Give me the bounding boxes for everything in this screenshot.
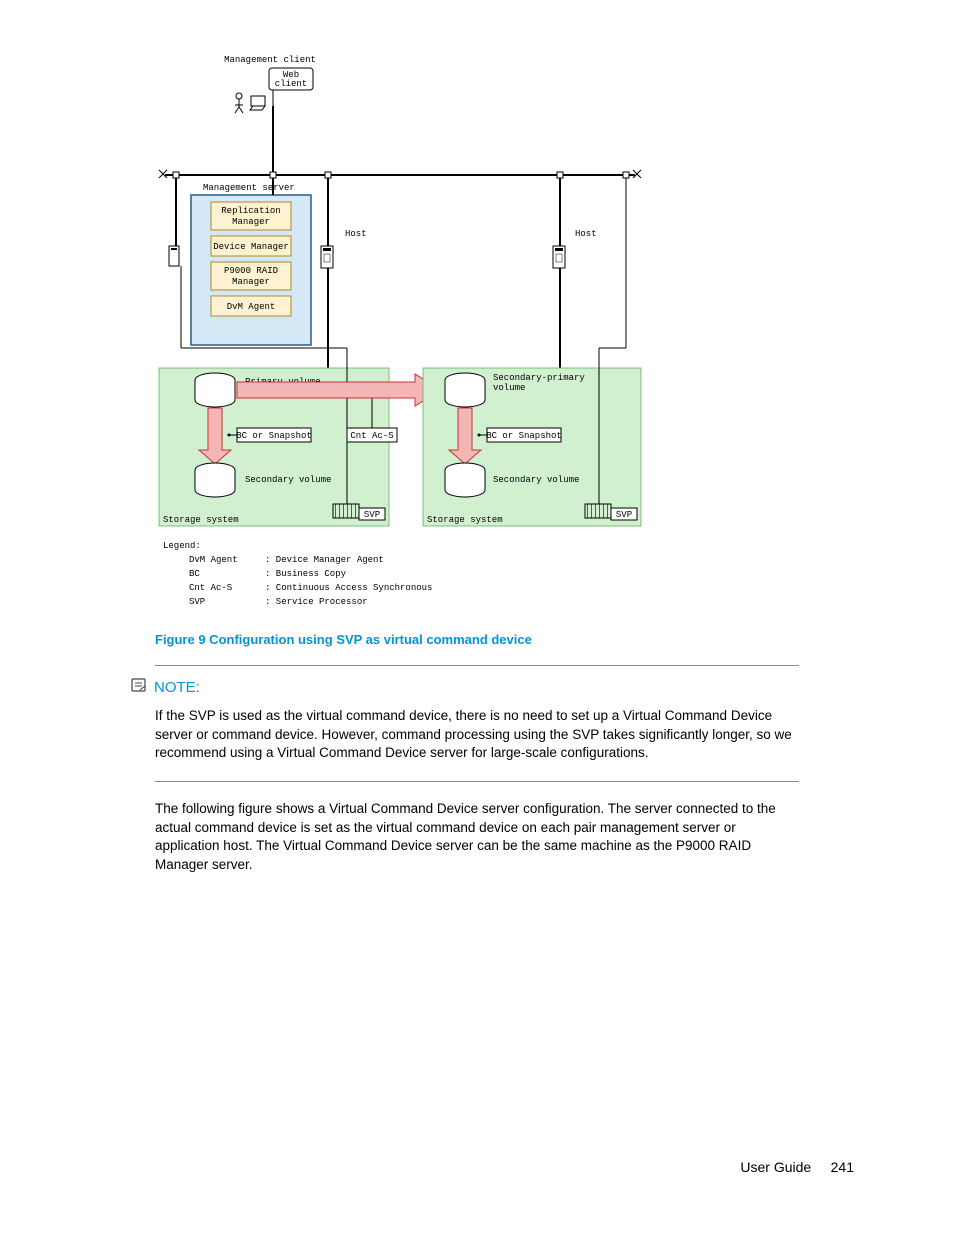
legend-v3: : Service Processor	[265, 597, 368, 607]
bc-left-label: BC or Snapshot	[236, 431, 312, 441]
page-number: 241	[831, 1159, 854, 1175]
svg-text:P9000 RAID: P9000 RAID	[224, 266, 278, 276]
note-icon	[130, 676, 148, 699]
legend-v1: : Business Copy	[265, 569, 347, 579]
secprim-l2: volume	[493, 383, 525, 393]
storage-right-label: Storage system	[427, 515, 503, 525]
legend-v0: : Device Manager Agent	[265, 555, 384, 565]
legend-k1: BC	[189, 569, 200, 579]
web-client-l2: client	[275, 79, 307, 89]
legend-k2: Cnt Ac-S	[189, 583, 232, 593]
host2-label: Host	[575, 229, 597, 239]
svg-text:Manager: Manager	[232, 277, 270, 287]
legend-k0: DvM Agent	[189, 555, 238, 565]
sec-left-label: Secondary volume	[245, 475, 331, 485]
legend-title: Legend:	[163, 541, 201, 551]
page-footer: User Guide 241	[740, 1159, 854, 1175]
divider-bottom	[155, 781, 799, 782]
svg-text:Replication: Replication	[221, 206, 280, 216]
storage-left-label: Storage system	[163, 515, 239, 525]
note-label: NOTE:	[154, 679, 200, 696]
svg-text:Device Manager: Device Manager	[213, 242, 289, 252]
svg-text:Manager: Manager	[232, 217, 270, 227]
svp-right: SVP	[616, 510, 632, 520]
cnt-acs-label: Cnt Ac-S	[350, 431, 393, 441]
legend-k3: SVP	[189, 597, 205, 607]
bc-right-label: BC or Snapshot	[486, 431, 562, 441]
divider-top	[155, 665, 799, 666]
figure-caption: Figure 9 Configuration using SVP as virt…	[155, 632, 954, 647]
svg-text:DvM Agent: DvM Agent	[227, 302, 276, 312]
architecture-diagram: Management client Web client Management …	[155, 50, 645, 620]
host1-label: Host	[345, 229, 367, 239]
server-icon	[169, 178, 179, 266]
note-body: If the SVP is used as the virtual comman…	[155, 707, 799, 763]
mgmt-server-label: Management server	[203, 183, 295, 193]
mgmt-client-label: Management client	[224, 55, 316, 65]
svp-left: SVP	[364, 510, 380, 520]
sec-right-label: Secondary volume	[493, 475, 579, 485]
body-paragraph: The following figure shows a Virtual Com…	[155, 800, 799, 875]
secprim-l1: Secondary-primary	[493, 373, 585, 383]
legend-v2: : Continuous Access Synchronous	[265, 583, 432, 593]
footer-label: User Guide	[740, 1159, 811, 1175]
